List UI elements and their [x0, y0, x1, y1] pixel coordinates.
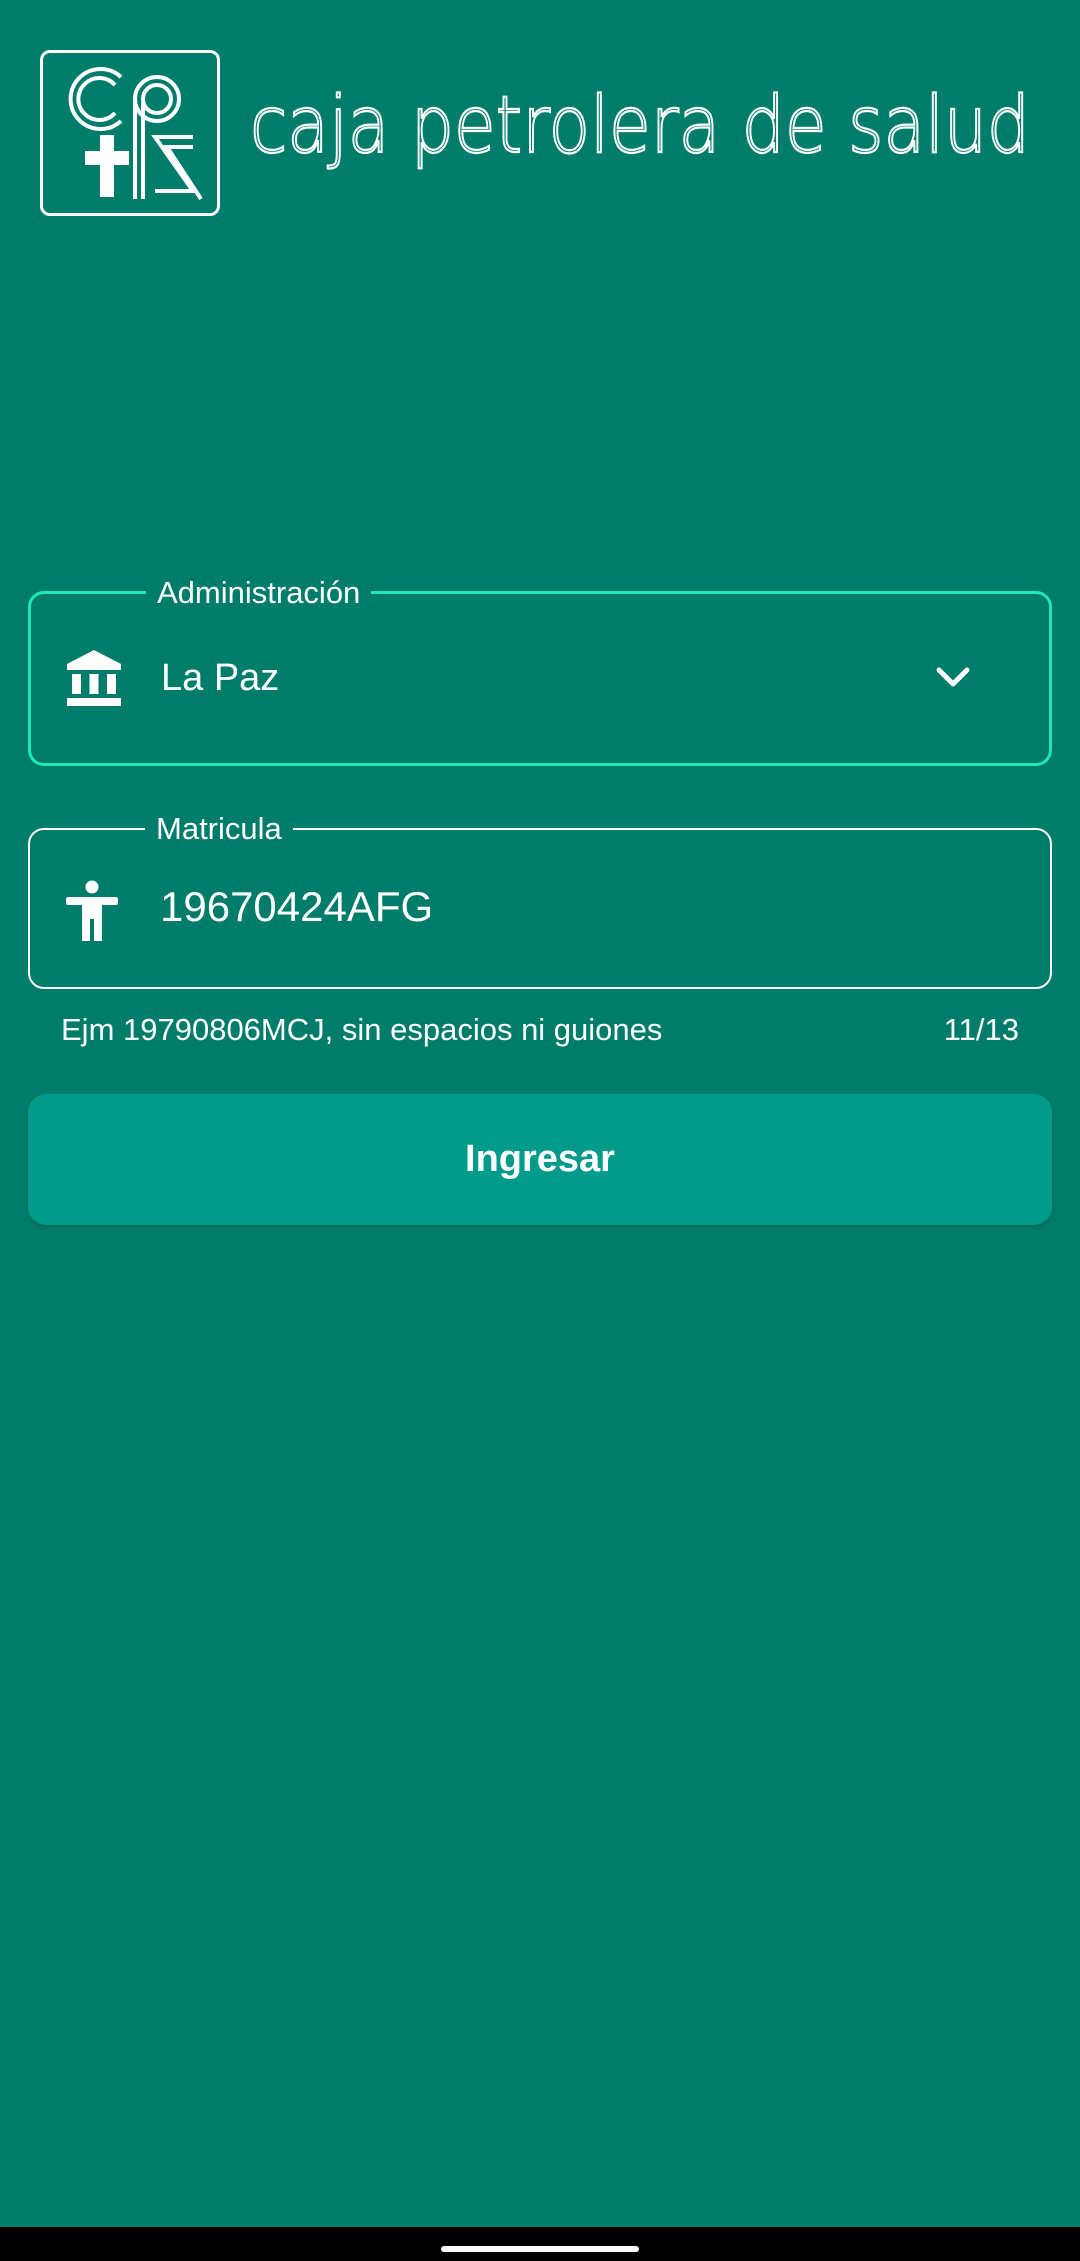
character-counter: 11/13 [943, 1012, 1019, 1047]
administracion-value: La Paz [161, 657, 280, 699]
accessibility-person-icon [64, 880, 120, 947]
logo [40, 50, 220, 216]
administracion-label: Administración [146, 574, 372, 612]
brand-wordmark: caja petrolera de salud [250, 80, 1031, 172]
helper-text: Ejm 19790806MCJ, sin espacios ni guiones [61, 1012, 663, 1047]
chevron-down-icon[interactable] [933, 662, 973, 692]
administracion-dropdown[interactable]: Administración La Paz [28, 574, 1052, 766]
svg-text:caja petrolera de salud: caja petrolera de salud [250, 81, 1030, 171]
header: caja petrolera de salud [40, 50, 1040, 220]
matricula-helper: Ejm 19790806MCJ, sin espacios ni guiones… [61, 1010, 1019, 1050]
matricula-label: Matricula [145, 810, 293, 848]
home-indicator[interactable] [441, 2246, 639, 2252]
system-navigation-bar [0, 2227, 1080, 2261]
matricula-input[interactable]: 19670424AFG [160, 882, 433, 932]
matricula-field[interactable]: Matricula 19670424AFG [28, 810, 1052, 989]
logo-mark [68, 67, 203, 201]
bank-icon [65, 648, 123, 713]
ingresar-button[interactable]: Ingresar [28, 1094, 1052, 1225]
